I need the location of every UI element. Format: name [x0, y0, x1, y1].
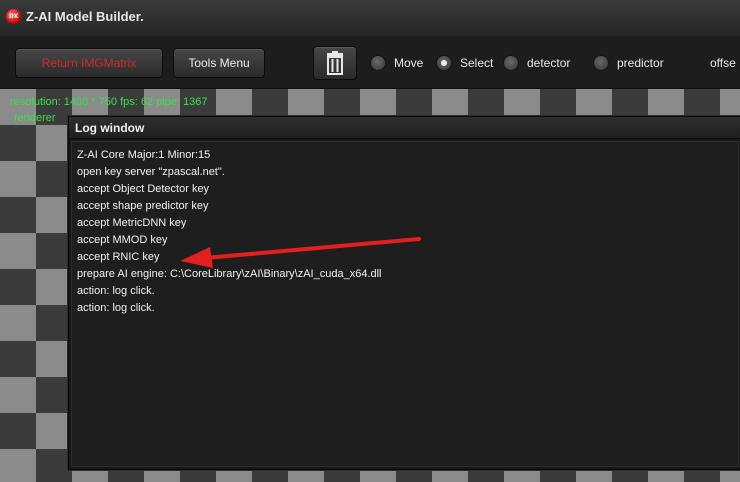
- log-line-rnic: accept RNIC key: [77, 251, 160, 263]
- log-line: action: log click.: [77, 285, 155, 297]
- status-renderer: renderer: [14, 112, 56, 124]
- log-line: accept MMOD key: [77, 234, 168, 246]
- mode-label: detector: [527, 56, 571, 70]
- status-resolution: resolution: 1408 * 750 fps: 62 pipe: 136…: [10, 96, 208, 108]
- log-window[interactable]: Log window Z-AI Core Major:1 Minor:15 op…: [68, 116, 740, 470]
- log-line: action: log click.: [77, 302, 155, 314]
- return-imgmatrix-button[interactable]: Return IMGMatrix: [15, 48, 163, 78]
- log-line: accept MetricDNN key: [77, 217, 187, 229]
- log-window-title[interactable]: Log window: [69, 117, 740, 139]
- radio-indicator: [436, 55, 452, 71]
- log-line: accept shape predictor key: [77, 200, 209, 212]
- tools-menu-button[interactable]: Tools Menu: [173, 48, 265, 78]
- radio-indicator: [370, 55, 386, 71]
- mode-label: predictor: [617, 56, 664, 70]
- log-line: accept Object Detector key: [77, 183, 210, 195]
- app-logo-icon[interactable]: DX: [6, 9, 21, 24]
- log-lines: Z-AI Core Major:1 Minor:15 open key serv…: [77, 147, 382, 317]
- log-line: prepare AI engine: C:\CoreLibrary\zAI\Bi…: [77, 268, 382, 280]
- radio-indicator: [503, 55, 519, 71]
- log-content[interactable]: Z-AI Core Major:1 Minor:15 open key serv…: [71, 141, 739, 467]
- window-title: Z-AI Model Builder.: [26, 9, 144, 24]
- trash-icon: [327, 51, 343, 75]
- title-bar: DX Z-AI Model Builder.: [0, 0, 740, 37]
- delete-button[interactable]: [313, 46, 357, 80]
- mode-label: Move: [394, 56, 424, 70]
- mode-radio-detector[interactable]: detector: [503, 55, 570, 71]
- offset-label: offse: [710, 56, 736, 70]
- toolbar: Return IMGMatrix Tools Menu Move Select …: [0, 36, 740, 89]
- radio-indicator: [593, 55, 609, 71]
- mode-radio-move[interactable]: Move: [370, 55, 423, 71]
- log-line: Z-AI Core Major:1 Minor:15: [77, 149, 211, 161]
- log-line: open key server "zpascal.net".: [77, 166, 225, 178]
- mode-label: Select: [460, 56, 494, 70]
- mode-radio-predictor[interactable]: predictor: [593, 55, 664, 71]
- mode-radio-select[interactable]: Select: [436, 55, 493, 71]
